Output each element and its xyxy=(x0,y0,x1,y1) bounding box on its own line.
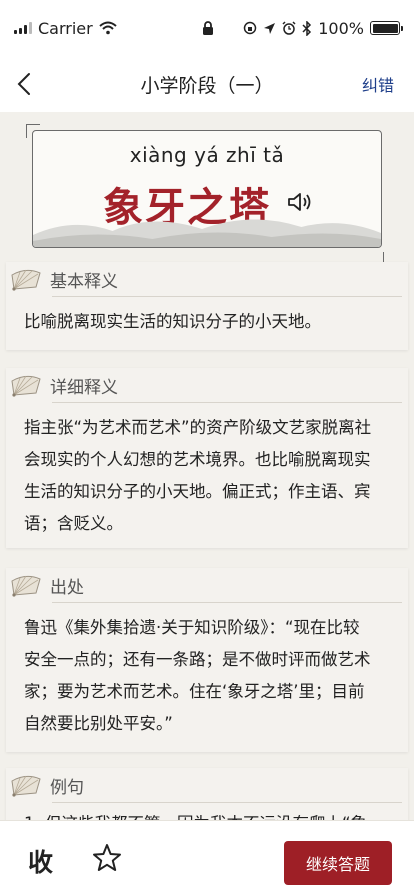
alarm-icon xyxy=(282,21,296,35)
divider xyxy=(52,402,402,403)
star-icon[interactable] xyxy=(92,843,122,873)
divider xyxy=(52,802,402,803)
fan-icon xyxy=(11,375,41,397)
text-line: 家；要为艺术而艺术。住在‘象牙之塔’里；目前 xyxy=(24,682,365,701)
section-detailed-meaning: 详细释义 指主张“为艺术而艺术”的资产阶级文艺家脱离社 会现实的个人幻想的艺术境… xyxy=(6,368,408,548)
orientation-lock-icon xyxy=(244,21,257,35)
collect-button[interactable]: 收 xyxy=(28,843,53,879)
divider xyxy=(52,602,402,603)
pinyin: xiàng yá zhī tǎ xyxy=(129,143,285,167)
page-title: 小学阶段（一） xyxy=(140,74,274,97)
section-text: 鲁迅《集外集拾遗·关于知识阶级》：“现在比较 安全一点的；还有一条路；是不做时评… xyxy=(24,612,390,740)
section-title: 基本释义 xyxy=(50,271,118,292)
section-text: 比喻脱离现实生活的知识分子的小天地。 xyxy=(24,306,390,338)
word-card: xiàng yá zhī tǎ 象牙之塔 xyxy=(32,130,382,248)
status-right: 100% xyxy=(243,18,403,38)
section-examples: 例句 1. 但这些我都不管，因为我本不远没有爬上“象 xyxy=(6,768,408,820)
text-line: 1. 但这些我都不管，因为我本不远没有爬上“象 xyxy=(24,808,390,820)
section-header: 详细释义 xyxy=(10,368,118,402)
section-basic-meaning: 基本释义 比喻脱离现实生活的知识分子的小天地。 xyxy=(6,262,408,350)
status-bar: Carrier 100% xyxy=(0,0,414,56)
section-header: 例句 xyxy=(10,768,84,802)
location-icon xyxy=(264,22,276,34)
section-text: 指主张“为艺术而艺术”的资产阶级文艺家脱离社 会现实的个人幻想的艺术境界。也比喻… xyxy=(24,412,390,540)
corner-ornament-tl xyxy=(26,124,40,138)
battery-icon xyxy=(370,21,403,35)
lock-icon xyxy=(203,21,213,35)
mountain-decoration xyxy=(33,219,381,247)
fan-icon xyxy=(11,269,41,291)
back-button[interactable] xyxy=(10,70,38,98)
text-line: 自然要比别处平安。” xyxy=(24,714,173,733)
section-title: 出处 xyxy=(50,577,84,598)
text-line: 比喻脱离现实生活的知识分子的小天地。 xyxy=(24,312,321,331)
battery-percent: 100% xyxy=(318,18,364,38)
section-header: 出处 xyxy=(10,568,84,602)
section-title: 详细释义 xyxy=(50,377,118,398)
text-line: 鲁迅《集外集拾遗·关于知识阶级》：“现在比较 xyxy=(24,618,360,637)
text-line: 指主张“为艺术而艺术”的资产阶级文艺家脱离社 xyxy=(24,418,372,437)
nav-bar: 小学阶段（一） 纠错 xyxy=(0,56,414,112)
report-error-button[interactable]: 纠错 xyxy=(362,72,394,96)
divider xyxy=(52,296,402,297)
text-line: 安全一点的；还有一条路；是不做时评而做艺术 xyxy=(24,650,371,669)
text-line: 语；含贬义。 xyxy=(24,514,123,533)
carrier-label: Carrier xyxy=(38,18,93,38)
status-left: Carrier xyxy=(14,19,117,38)
fan-icon xyxy=(11,775,41,797)
fan-icon xyxy=(11,575,41,597)
bluetooth-icon xyxy=(302,20,312,36)
section-title: 例句 xyxy=(50,777,84,798)
section-header: 基本释义 xyxy=(10,262,118,296)
text-line: 生活的知识分子的小天地。偏正式；作主语、宾 xyxy=(24,482,371,501)
content-scroll[interactable]: xiàng yá zhī tǎ 象牙之塔 基本释义 比喻脱离现实生活的知识分子的… xyxy=(0,112,414,820)
continue-answer-button[interactable]: 继续答题 xyxy=(284,841,392,885)
text-line: 会现实的个人幻想的艺术境界。也比喻脱离现实 xyxy=(24,450,371,469)
section-text: 1. 但这些我都不管，因为我本不远没有爬上“象 xyxy=(24,808,390,820)
signal-icon xyxy=(14,22,32,34)
section-source: 出处 鲁迅《集外集拾遗·关于知识阶级》：“现在比较 安全一点的；还有一条路；是不… xyxy=(6,568,408,752)
bottom-bar: 收 继续答题 xyxy=(0,820,414,896)
chevron-left-icon xyxy=(17,73,30,95)
wifi-icon xyxy=(99,21,117,35)
